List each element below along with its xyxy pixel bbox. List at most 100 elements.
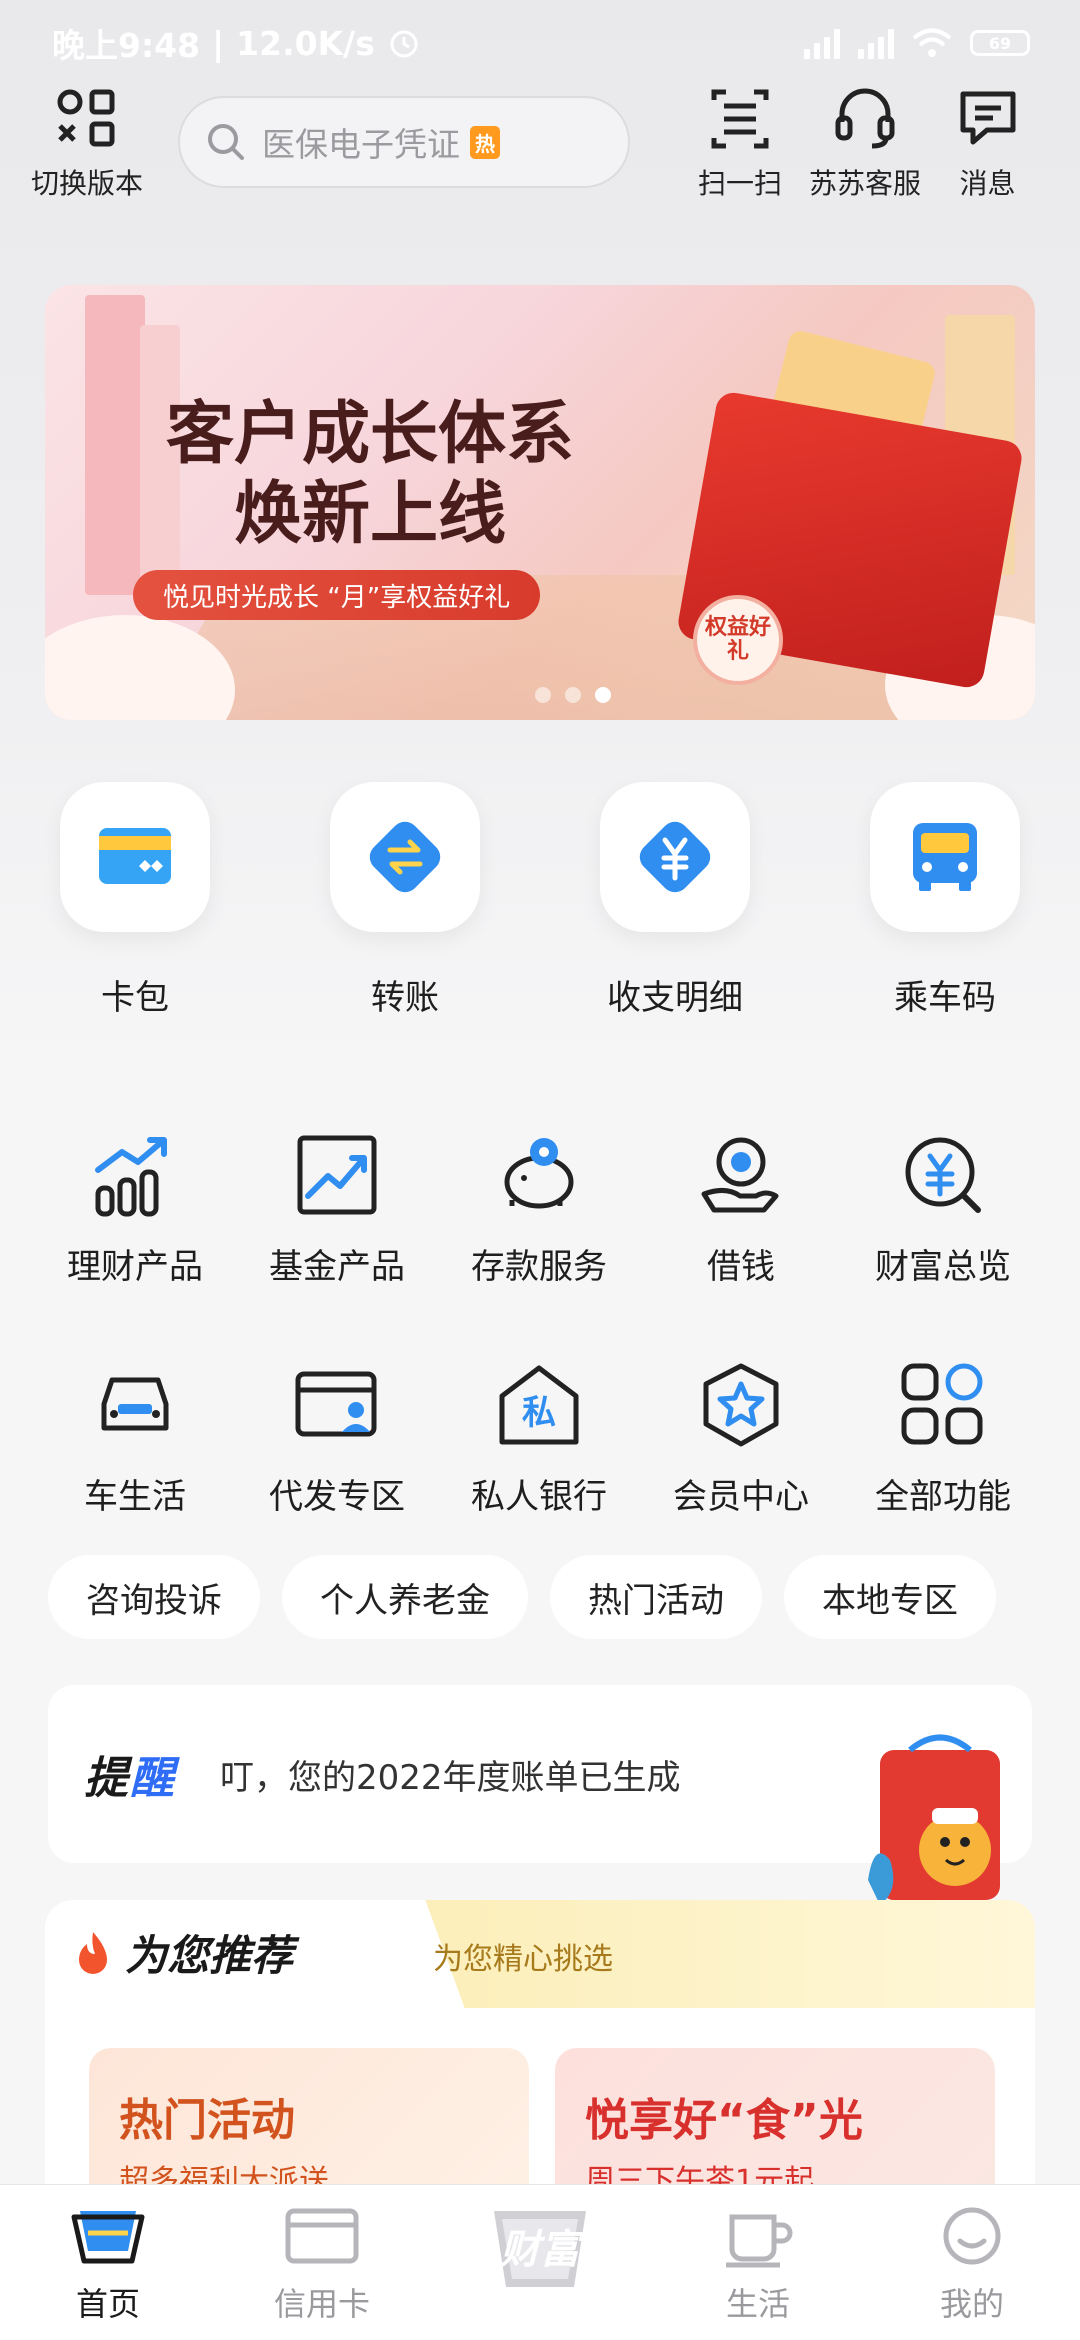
grid-fund-products[interactable]: 基金产品 (237, 1125, 437, 1288)
card-title: 悦享好“食”光 (585, 2095, 863, 2146)
scan-button[interactable]: 扫一扫 (685, 86, 795, 202)
grid-label: 财富总览 (875, 1247, 1011, 1287)
grid-borrow[interactable]: 借钱 (641, 1125, 841, 1288)
quick-tile (330, 782, 480, 932)
grid-deposit-service[interactable]: 存款服务 (439, 1125, 639, 1288)
switch-version-icon (57, 89, 115, 147)
grid-label: 会员中心 (673, 1477, 809, 1517)
promo-banner[interactable]: 客户成长体系 焕新上线 悦见时光成长 “月”享权益好礼 权益好礼 (45, 285, 1035, 720)
tab-label: 首页 (75, 2285, 140, 2323)
tab-life[interactable]: 生活 (658, 2203, 858, 2325)
building-decoration (85, 295, 145, 595)
grid-icon-wrap (691, 1355, 791, 1455)
transfer-icon (369, 821, 441, 893)
piggy-bank-icon (504, 1138, 574, 1209)
search-bar[interactable]: 医保电子凭证 热 (178, 96, 630, 188)
chip-local-zone[interactable]: 本地专区 (784, 1555, 996, 1639)
carousel-dots (535, 687, 611, 703)
separator: | (212, 23, 225, 63)
payroll-card-icon (295, 1371, 377, 1437)
quick-label: 卡包 (101, 978, 169, 1018)
reminder-tag-b: 醒 (130, 1753, 176, 1804)
quick-bus-code[interactable]: 乘车码 (845, 782, 1045, 1019)
grid-all-functions[interactable]: 全部功能 (843, 1355, 1043, 1518)
grid-payroll[interactable]: 代发专区 (237, 1355, 437, 1518)
chip-pension[interactable]: 个人养老金 (282, 1555, 528, 1639)
grid-wealth-products[interactable]: 理财产品 (35, 1125, 235, 1288)
status-right: 69 (804, 27, 1030, 59)
quick-card-wallet[interactable]: 卡包 (35, 782, 235, 1019)
switch-version-label: 切换版本 (30, 167, 143, 200)
banner-title-line1: 客户成长体系 (165, 395, 574, 474)
private-bank-glyph: 私 (522, 1393, 556, 1433)
mascot-red-envelope-image (868, 1734, 1015, 1920)
grid-icon-wrap: 私 (489, 1355, 589, 1455)
all-functions-icon (901, 1363, 983, 1445)
grid-icon-wrap (489, 1125, 589, 1225)
chip-hot-activities[interactable]: 热门活动 (550, 1555, 762, 1639)
recommend-card-hot[interactable]: 热门活动 超多福利大派送 (89, 2048, 529, 2200)
status-bar: 晚上9:48 | 12.0K/s 69 (0, 0, 1080, 86)
grid-label: 借钱 (707, 1247, 775, 1287)
scan-label: 扫一扫 (697, 167, 782, 200)
member-star-icon (703, 1363, 779, 1447)
quick-actions: 卡包 转账 收支明细 乘车码 (0, 782, 1080, 1022)
grid-wealth-overview[interactable]: 财富总览 (843, 1125, 1043, 1288)
quick-label: 收支明细 (607, 978, 743, 1018)
quick-label: 转账 (371, 978, 439, 1018)
recommend-title-text: 为您推荐 (125, 1931, 294, 1980)
tab-wealth[interactable]: 财富 (440, 2191, 640, 2301)
wealth-tab-label: 财富 (500, 2227, 586, 2273)
customer-service-button[interactable]: 苏苏客服 (800, 86, 930, 202)
status-left: 晚上9:48 | 12.0K/s (52, 19, 421, 67)
grid-car-life[interactable]: 车生活 (35, 1355, 235, 1518)
reminder-tag-a: 提 (84, 1753, 130, 1804)
chip-complaint[interactable]: 咨询投诉 (48, 1555, 260, 1639)
switch-version-button[interactable]: 切换版本 (22, 86, 152, 202)
message-icon (960, 91, 1015, 145)
tab-home[interactable]: 首页 (8, 2203, 208, 2325)
yuan-detail-icon (639, 821, 711, 893)
quick-transactions[interactable]: 收支明细 (575, 782, 775, 1019)
wealth-tab-icon: 财富 (494, 2211, 586, 2287)
message-button[interactable]: 消息 (930, 86, 1045, 202)
quick-transfer[interactable]: 转账 (305, 782, 505, 1019)
carousel-dot[interactable] (565, 687, 581, 703)
headset-icon (835, 88, 895, 149)
card-wallet-icon (99, 828, 171, 884)
grid-label: 存款服务 (471, 1247, 607, 1287)
grid-private-bank[interactable]: 私 私人银行 (439, 1355, 639, 1518)
recommend-card-food[interactable]: 悦享好“食”光 周三下午茶1元起 (555, 2048, 995, 2200)
search-placeholder: 医保电子凭证 (262, 125, 460, 164)
grid-label: 理财产品 (67, 1247, 203, 1287)
grid-member-center[interactable]: 会员中心 (641, 1355, 841, 1518)
tab-credit-card[interactable]: 信用卡 (222, 2203, 422, 2325)
header: 切换版本 医保电子凭证 热 扫一扫 苏苏客服 消息 (0, 86, 1080, 216)
network-speed: 12.0K/s (236, 23, 375, 63)
fund-trend-icon (297, 1135, 377, 1215)
grid-label: 基金产品 (269, 1247, 405, 1287)
grid-label: 全部功能 (875, 1477, 1011, 1517)
flame-icon (79, 1931, 107, 1974)
recommend-title: 为您推荐 (73, 1922, 293, 1983)
grid-icon-wrap (691, 1125, 791, 1225)
wifi-icon (912, 28, 952, 57)
tab-label: 信用卡 (273, 2285, 370, 2323)
customer-service-label: 苏苏客服 (808, 167, 921, 200)
carousel-dot-active[interactable] (595, 687, 611, 703)
banner-subtitle-pill: 悦见时光成长 “月”享权益好礼 (133, 570, 541, 620)
profile-icon (943, 2207, 1001, 2265)
quick-tile (870, 782, 1020, 932)
grid-label: 车生活 (84, 1477, 186, 1517)
message-label: 消息 (959, 167, 1016, 200)
tab-mine[interactable]: 我的 (872, 2203, 1072, 2325)
rights-gift-badge: 权益好礼 (693, 595, 783, 685)
hand-coin-icon (701, 1137, 779, 1213)
coffee-cup-icon (726, 2214, 793, 2268)
home-icon (71, 2211, 145, 2264)
carousel-dot[interactable] (535, 687, 551, 703)
shortcut-chips: 咨询投诉 个人养老金 热门活动 本地专区 (48, 1555, 996, 1639)
bus-icon (913, 823, 977, 891)
quick-tile (60, 782, 210, 932)
hot-badge: 热 (470, 125, 500, 159)
